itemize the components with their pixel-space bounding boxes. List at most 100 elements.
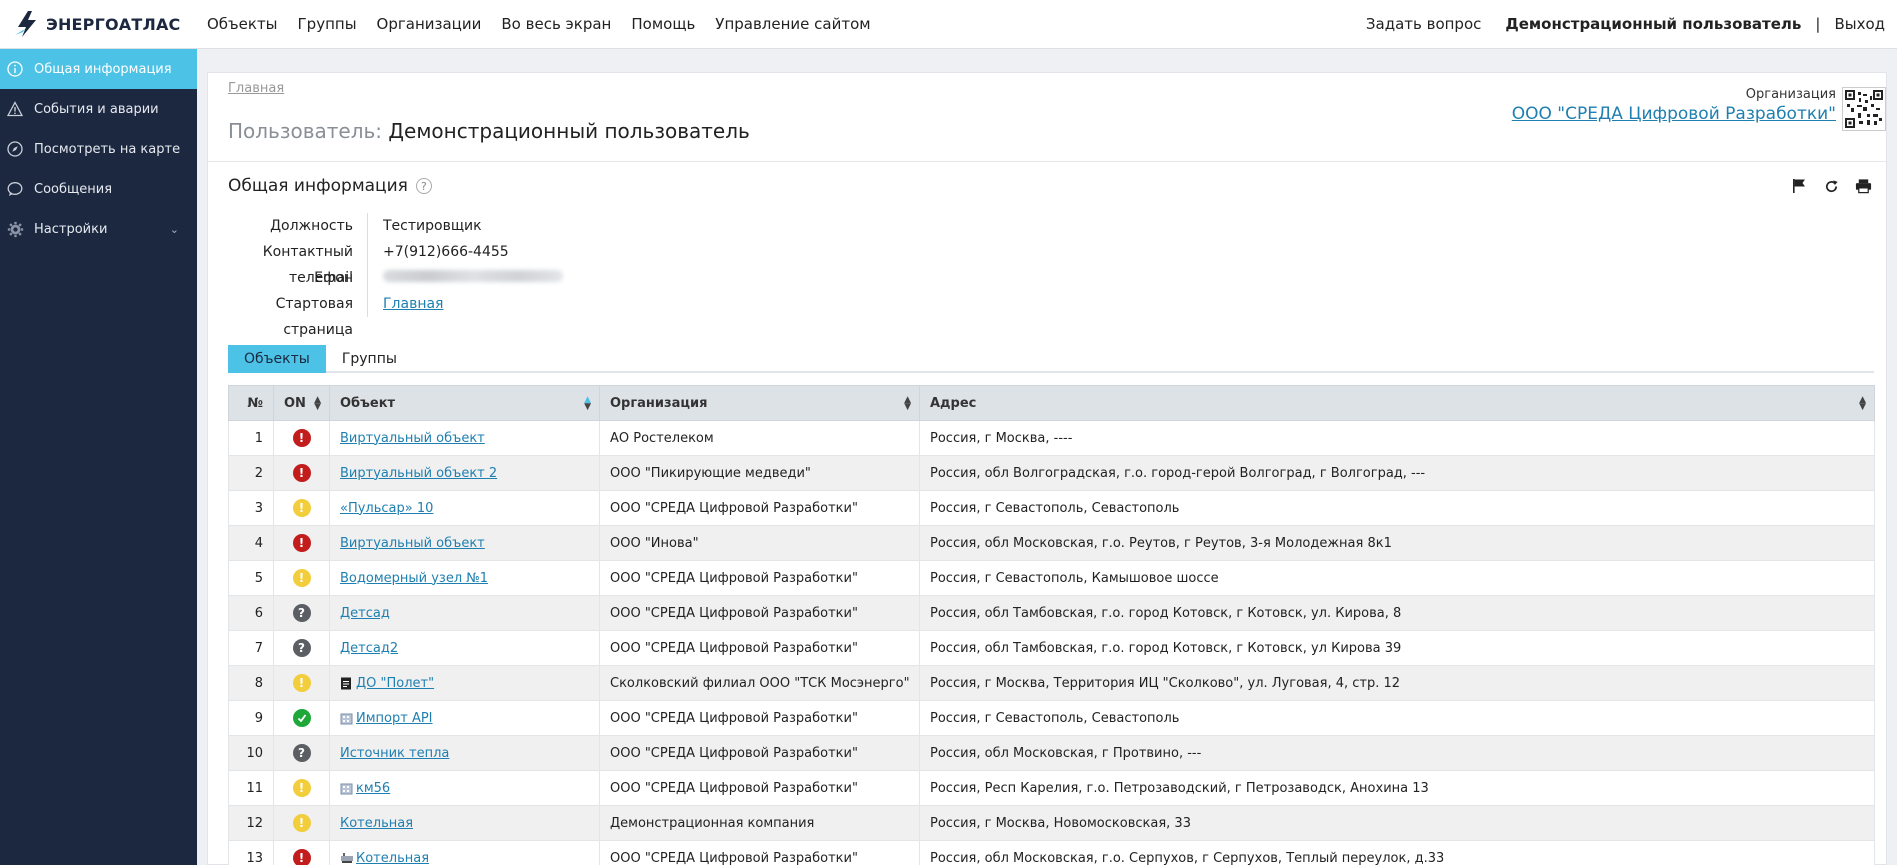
status-warn-icon: ! (292, 569, 311, 587)
col-object[interactable]: Объект ▲ ▼ (329, 385, 600, 421)
row-status-cell: ! (273, 840, 330, 865)
sidebar-item-events[interactable]: События и аварии (0, 89, 197, 129)
object-link[interactable]: «Пульсар» 10 (340, 501, 433, 516)
row-number: 11 (228, 770, 274, 806)
table-row[interactable]: 10? Источник тепла ООО "СРЕДА Цифровой Раз… (228, 735, 1875, 771)
object-link[interactable]: Котельная (340, 816, 413, 831)
nav-fullscreen[interactable]: Во весь экран (491, 15, 621, 33)
status-warn-icon: ! (292, 814, 311, 832)
object-link[interactable]: Виртуальный объект (340, 536, 485, 551)
section-title-text: Общая информация (228, 176, 408, 196)
gear-icon (6, 220, 24, 238)
object-link[interactable]: Источник тепла (340, 746, 449, 761)
object-link[interactable]: Импорт API (356, 711, 433, 726)
nav-organizations[interactable]: Организации (367, 15, 492, 33)
nav-site-admin[interactable]: Управление сайтом (705, 15, 880, 33)
breadcrumb[interactable]: Главная (228, 81, 284, 96)
col-organization[interactable]: Организация ▲ ▼ (599, 385, 920, 421)
row-number: 3 (228, 490, 274, 526)
table-row[interactable]: 2! Виртуальный объект 2 ООО "Пикирующие ме… (228, 455, 1875, 491)
row-status-cell: ! (273, 560, 330, 596)
logout-link[interactable]: Выход (1834, 15, 1885, 33)
nav-objects[interactable]: Объекты (197, 15, 288, 33)
object-link[interactable]: Детсад (340, 606, 390, 621)
table-row[interactable]: 6? Детсад ООО "СРЕДА Цифровой Разработки" Р… (228, 595, 1875, 631)
row-address: Россия, г Москва, ---- (919, 420, 1875, 456)
col-address[interactable]: Адрес ▲ ▼ (919, 385, 1875, 421)
row-address: Россия, Респ Карелия, г.о. Петрозаводски… (919, 770, 1875, 806)
sort-icon[interactable]: ▲ ▼ (314, 396, 321, 412)
tab-groups[interactable]: Группы (326, 345, 413, 373)
ask-question-link[interactable]: Задать вопрос (1366, 15, 1482, 33)
refresh-icon[interactable] (1822, 177, 1840, 195)
top-right: Задать вопрос Демонстрационный пользоват… (1366, 15, 1897, 33)
page-title: Пользователь: Демонстрационный пользоват… (228, 119, 750, 143)
status-warn-icon: ! (292, 674, 311, 692)
document-icon (340, 677, 352, 690)
col-organization-label: Организация (610, 395, 708, 411)
row-object-cell: км56 (329, 770, 600, 806)
tab-objects[interactable]: Объекты (228, 345, 326, 373)
sort-icon[interactable]: ▲ ▼ (904, 396, 911, 412)
boiler-icon (340, 852, 353, 864)
nav-help[interactable]: Помощь (621, 15, 705, 33)
table-row[interactable]: 9 Импорт API ООО "СРЕДА Цифровой Разработк… (228, 700, 1875, 736)
table-row[interactable]: 8! ДО "Полет" Сколковский филиал ООО "ТСК … (228, 665, 1875, 701)
flag-icon[interactable] (1790, 177, 1808, 195)
sort-icon[interactable]: ▲ ▼ (584, 396, 591, 412)
object-link[interactable]: Виртуальный объект 2 (340, 466, 497, 481)
start-page-value: Главная (368, 296, 443, 312)
sidebar-item-messages[interactable]: Сообщения (0, 169, 197, 209)
info-label: Контактный телефон (228, 239, 368, 286)
row-address: Россия, обл Московская, г.о. Реутов, г Р… (919, 525, 1875, 561)
table-row[interactable]: 1! Виртуальный объект АО Ростелеком Россия,… (228, 420, 1875, 456)
logo[interactable]: ЭНЕРГОАТЛАС (0, 9, 197, 39)
sidebar-item-settings[interactable]: Настройки ⌄ (0, 209, 197, 249)
row-status-cell: ! (273, 525, 330, 561)
info-row-phone: Контактный телефон +7(912)666-4455 (228, 239, 563, 286)
row-status-cell: ! (273, 420, 330, 456)
page-title-prefix: Пользователь: (228, 119, 383, 143)
object-link[interactable]: Котельная (356, 851, 429, 865)
status-ok-icon (292, 709, 311, 727)
sidebar-item-general-info[interactable]: Общая информация (0, 49, 197, 89)
row-number: 6 (228, 595, 274, 631)
table-row[interactable]: 13! Котельная ООО "СРЕДА Цифровой Разработ… (228, 840, 1875, 865)
table-row[interactable]: 5! Водомерный узел №1 ООО "СРЕДА Цифровой … (228, 560, 1875, 596)
table-row[interactable]: 3! «Пульсар» 10 ООО "СРЕДА Цифровой Разраб… (228, 490, 1875, 526)
start-page-link[interactable]: Главная (383, 296, 443, 312)
table-row[interactable]: 11! км56 ООО "СРЕДА Цифровой Разработки" Ро… (228, 770, 1875, 806)
current-user[interactable]: Демонстрационный пользователь (1505, 15, 1801, 33)
object-link[interactable]: Детсад2 (340, 641, 398, 656)
col-on[interactable]: ON ▲ ▼ (273, 385, 330, 421)
object-link[interactable]: Водомерный узел №1 (340, 571, 488, 586)
row-status-cell: ? (273, 630, 330, 666)
object-link[interactable]: км56 (356, 781, 390, 796)
warning-icon (6, 100, 24, 118)
main-panel: Главная Пользователь: Демонстрационный п… (207, 72, 1887, 865)
sidebar-item-map[interactable]: Посмотреть на карте (0, 129, 197, 169)
object-link[interactable]: Виртуальный объект (340, 431, 485, 446)
row-object-cell: Котельная (329, 805, 600, 841)
organization-link[interactable]: ООО "СРЕДА Цифровой Разработки" (1512, 104, 1836, 124)
row-object-cell: Детсад (329, 595, 600, 631)
row-object-cell: Котельная (329, 840, 600, 865)
nav-groups[interactable]: Группы (288, 15, 367, 33)
row-status-cell: ! (273, 665, 330, 701)
objects-table: № ON ▲ ▼ Объект ▲ ▼ Организация ▲ ▼ Адрес ▲ ▼ 1!… (228, 385, 1875, 865)
table-row[interactable]: 12! Котельная Демонстрационная компания Рос… (228, 805, 1875, 841)
sort-icon[interactable]: ▲ ▼ (1859, 396, 1866, 412)
table-row[interactable]: 4! Виртуальный объект ООО "Инова" Россия, о… (228, 525, 1875, 561)
row-status-cell: ? (273, 735, 330, 771)
chevron-down-icon[interactable]: ⌄ (170, 223, 179, 236)
print-icon[interactable] (1854, 177, 1872, 195)
qr-code-icon[interactable] (1842, 87, 1886, 131)
help-icon[interactable]: ? (415, 178, 432, 194)
row-number: 10 (228, 735, 274, 771)
object-link[interactable]: ДО "Полет" (356, 676, 434, 691)
section-title: Общая информация ? (228, 176, 432, 196)
table-row[interactable]: 7? Детсад2 ООО "СРЕДА Цифровой Разработки"… (228, 630, 1875, 666)
chat-icon (6, 180, 24, 198)
sidebar: Общая информация События и аварии Посмот… (0, 49, 197, 865)
col-object-label: Объект (340, 395, 396, 411)
